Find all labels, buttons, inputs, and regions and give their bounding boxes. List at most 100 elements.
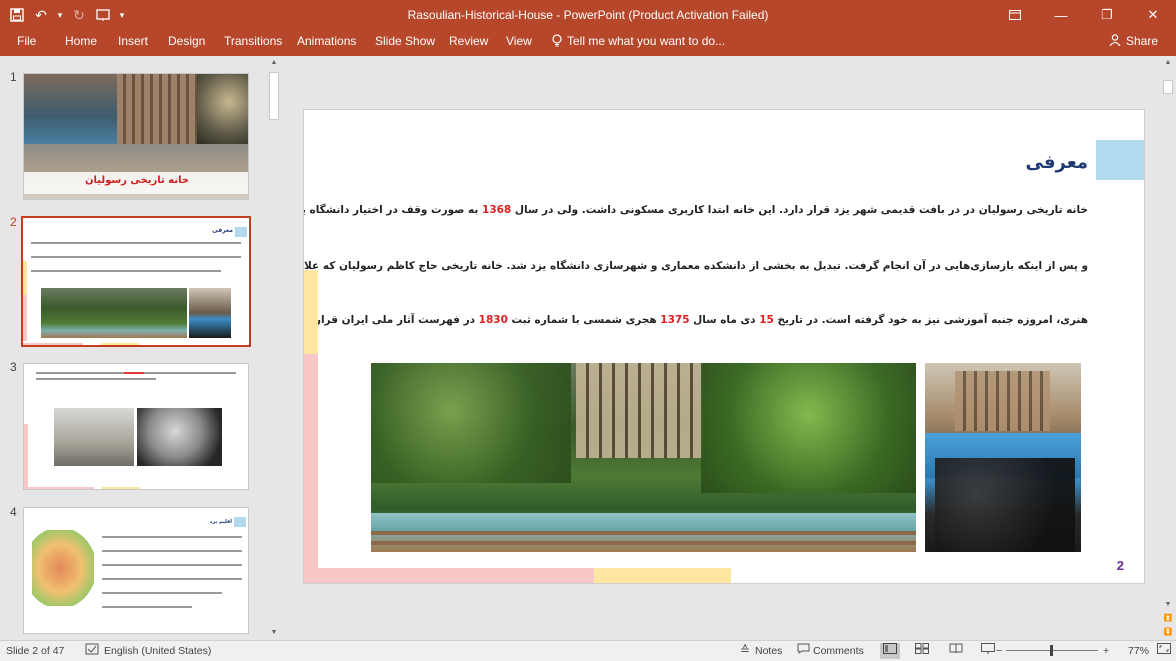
decoration-bar-pink — [304, 568, 594, 583]
thumbnail-text-highlight — [124, 372, 144, 374]
scroll-up-icon[interactable]: ▲ — [266, 56, 282, 70]
scroll-thumb[interactable] — [269, 72, 279, 120]
photo-foliage — [701, 363, 916, 493]
tell-me-text: Tell me what you want to do... — [567, 34, 726, 48]
thumbnail-text-line — [102, 578, 242, 580]
thumbnail-photo — [54, 408, 134, 466]
photo-rail — [371, 541, 916, 545]
slide-body-line[interactable]: هنری، امروزه جنبه آموزشی نیز به خود گرفت… — [304, 314, 1088, 326]
thumbnail-photo — [24, 74, 117, 144]
decoration-bar-yellow — [304, 270, 318, 354]
thumbnail-text-line — [31, 270, 221, 272]
thumbnail-title: اقلیم یزد — [209, 519, 232, 525]
thumbnail-number: 4 — [10, 505, 17, 519]
lightbulb-icon — [552, 34, 562, 50]
tab-insert[interactable]: Insert — [118, 34, 148, 48]
next-slide-icon[interactable]: ⏬ — [1160, 626, 1176, 640]
tell-me-box[interactable]: Tell me what you want to do... — [552, 34, 725, 50]
slide-show-icon[interactable] — [978, 643, 998, 659]
scroll-thumb[interactable] — [1163, 80, 1173, 94]
tab-slide-show[interactable]: Slide Show — [375, 34, 435, 48]
ribbon-display-options-icon[interactable] — [992, 0, 1038, 30]
highlighted-number: 1830 — [478, 314, 508, 326]
fit-slide-icon[interactable] — [1154, 643, 1174, 659]
reading-view-icon[interactable] — [946, 643, 966, 659]
current-slide[interactable]: معرفی خانه تاریخی رسولیان در در بافت قدی… — [304, 110, 1144, 583]
thumbnail-title: معرفی — [212, 227, 233, 234]
zoom-slider-handle[interactable] — [1050, 645, 1053, 656]
thumbnail-text-line — [102, 592, 222, 594]
tab-review[interactable]: Review — [449, 34, 488, 48]
slide-sorter-icon[interactable] — [912, 643, 932, 659]
comments-button[interactable]: Comments — [813, 645, 864, 657]
thumbnail-photo — [137, 408, 222, 466]
title-bar: ↶ ▾ ↻ ▾ Rasoulian-Historical-House - Pow… — [0, 0, 1176, 30]
tab-design[interactable]: Design — [168, 34, 205, 48]
thumbnail-decoration — [23, 343, 83, 345]
thumbnail-number: 1 — [10, 70, 17, 84]
photo-foliage — [371, 363, 571, 483]
photo-window-detail — [576, 363, 706, 458]
body-text: هجری شمسی با شماره ثبت — [507, 314, 661, 326]
slide-body-line[interactable]: خانه تاریخی رسولیان در در بافت قدیمی شهر… — [304, 204, 1088, 216]
thumbnail-decoration — [101, 343, 139, 345]
thumbnail-number: 3 — [10, 360, 17, 374]
scroll-up-icon[interactable]: ▲ — [1160, 56, 1176, 70]
zoom-level[interactable]: 77% — [1128, 645, 1149, 657]
editor-scrollbar[interactable]: ▲ ▼ ⏫ ⏬ — [1160, 56, 1176, 640]
notes-icon: ≙ — [739, 643, 751, 657]
slide-thumbnail-3[interactable] — [23, 363, 249, 490]
slide-title[interactable]: معرفی — [1026, 152, 1089, 173]
decoration-bar-pink — [304, 354, 318, 568]
zoom-in-icon[interactable]: + — [1103, 645, 1109, 657]
thumbnail-text-line — [102, 606, 192, 608]
tab-home[interactable]: Home — [65, 34, 97, 48]
normal-view-icon[interactable] — [880, 643, 900, 659]
zoom-out-icon[interactable]: − — [996, 645, 1002, 657]
thumbnail-photo — [41, 288, 187, 338]
restore-icon[interactable]: ❐ — [1084, 0, 1130, 30]
thumbnail-text-line — [102, 536, 242, 538]
photo-facade — [955, 371, 1050, 431]
thumbnail-decoration — [24, 424, 28, 489]
thumbnail-decoration — [23, 295, 27, 341]
slide-number: 2 — [1116, 558, 1124, 573]
slide-thumbnail-2[interactable]: معرفی — [21, 216, 251, 347]
slide-thumbnail-1[interactable]: خانه تاریخی رسولیان — [23, 73, 249, 200]
thumbnail-number: 2 — [10, 215, 17, 229]
thumbnail-text-line — [31, 256, 241, 258]
slide-body-line[interactable]: و پس از اینکه بازسازی‌هایی در آن انجام گ… — [304, 260, 1088, 272]
tab-file[interactable]: File — [17, 34, 36, 48]
minimize-icon[interactable]: — — [1038, 0, 1084, 30]
body-text: به صورت وقف در اختیار دانشگاه یزد قرار گ… — [304, 204, 479, 216]
slide-thumbnail-4[interactable]: اقلیم یزد — [23, 507, 249, 634]
decoration-bar-yellow — [594, 568, 731, 583]
thumbnail-decoration — [102, 487, 140, 489]
ribbon-tabs: File Home Insert Design Transitions Anim… — [0, 30, 1176, 56]
tab-animations[interactable]: Animations — [297, 34, 356, 48]
highlighted-number: 1368 — [482, 204, 512, 216]
share-button[interactable]: Share — [1109, 34, 1158, 49]
thumbnail-photo — [189, 288, 231, 338]
garden-courtyard-photo[interactable] — [371, 363, 916, 552]
photo-rail — [371, 531, 916, 535]
body-text: هنری، امروزه جنبه آموزشی نیز به خود گرفت… — [773, 314, 1088, 326]
body-text: خانه تاریخی رسولیان در در بافت قدیمی شهر… — [511, 204, 1088, 216]
thumbnail-photo — [117, 74, 197, 144]
thumbnail-text-line — [102, 564, 242, 566]
scroll-down-icon[interactable]: ▼ — [266, 626, 282, 640]
body-text: در فهرست آثار ملی ایران قرار گرفت. — [304, 314, 476, 326]
scroll-down-icon[interactable]: ▼ — [1160, 598, 1176, 612]
photo-crowd — [935, 458, 1075, 552]
thumbnail-scrollbar[interactable]: ▲ ▼ — [266, 56, 282, 640]
tab-transitions[interactable]: Transitions — [224, 34, 282, 48]
highlighted-number: 15 — [759, 314, 774, 326]
notes-button[interactable]: Notes — [755, 645, 782, 657]
close-icon[interactable]: ✕ — [1130, 0, 1176, 30]
language[interactable]: English (United States) — [104, 645, 211, 657]
spell-check-icon[interactable] — [82, 643, 102, 659]
courtyard-visitors-photo[interactable] — [925, 363, 1081, 552]
previous-slide-icon[interactable]: ⏫ — [1160, 612, 1176, 626]
slide-count: Slide 2 of 47 — [6, 645, 65, 657]
tab-view[interactable]: View — [506, 34, 532, 48]
